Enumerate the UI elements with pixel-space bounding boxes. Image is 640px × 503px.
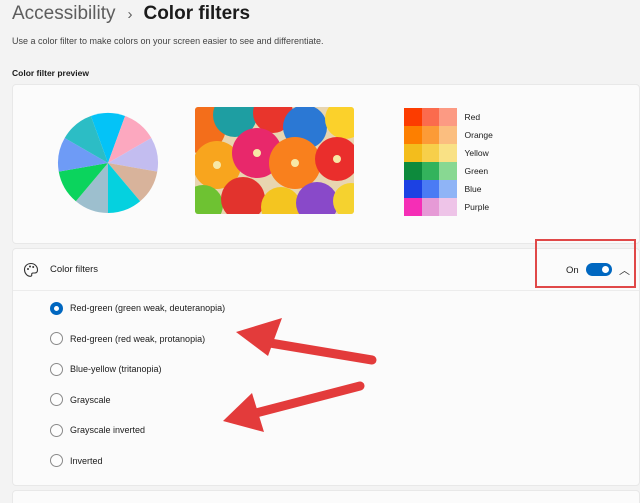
color-swatch <box>404 126 422 144</box>
radio-button[interactable] <box>50 362 63 376</box>
filter-option-label: Red-green (red weak, protanopia) <box>70 333 206 344</box>
swatch-label: Yellow <box>464 148 489 158</box>
breadcrumb-parent-accessibility[interactable]: Accessibility <box>12 3 115 25</box>
breadcrumb: Accessibility › Color filters <box>12 2 250 26</box>
filter-option-label: Red-green (green weak, deuteranopia) <box>70 303 226 313</box>
color-filter-preview-card: Red Orange Yellow Green Blue Purple <box>12 84 640 244</box>
color-swatch <box>404 108 422 126</box>
color-swatch-grid: Red Orange Yellow Green Blue Purple <box>404 108 493 216</box>
filter-option[interactable]: Red-green (red weak, protanopia) <box>50 331 205 347</box>
filter-option[interactable]: Grayscale <box>50 392 111 408</box>
preview-photo-paper-fans <box>195 107 354 214</box>
color-swatch <box>439 144 457 162</box>
color-swatch <box>421 108 439 126</box>
preview-section-label: Color filter preview <box>12 68 89 78</box>
radio-selected[interactable] <box>50 301 63 315</box>
filter-option-label: Grayscale inverted <box>70 425 146 435</box>
swatch-row-green: Green <box>404 162 493 180</box>
color-swatch <box>439 108 457 126</box>
color-swatch <box>404 180 422 198</box>
swatch-label: Green <box>464 166 489 176</box>
swatch-row-orange: Orange <box>404 126 493 144</box>
swatch-row-red: Red <box>404 108 493 126</box>
color-swatch <box>421 180 439 198</box>
next-settings-card <box>12 490 640 503</box>
annotation-highlight-box <box>535 239 636 288</box>
radio-button[interactable] <box>50 454 63 467</box>
filter-option[interactable]: Grayscale inverted <box>50 422 145 438</box>
radio-button[interactable] <box>50 332 63 345</box>
color-swatch <box>404 198 422 216</box>
radio-button[interactable] <box>50 393 63 406</box>
color-swatch <box>439 126 457 144</box>
swatch-label: Blue <box>464 184 482 194</box>
swatch-label: Red <box>464 112 481 122</box>
swatch-row-blue: Blue <box>404 180 493 198</box>
color-filters-title: Color filters <box>50 264 99 275</box>
color-swatch <box>439 198 457 216</box>
color-swatch <box>404 144 422 162</box>
chevron-right-icon: › <box>127 5 133 23</box>
filter-option-label: Inverted <box>70 455 103 466</box>
filter-option-label: Grayscale <box>70 394 111 405</box>
page-title: Color filters <box>143 3 251 24</box>
swatch-row-yellow: Yellow <box>404 144 493 162</box>
color-swatch <box>404 162 422 180</box>
page-description: Use a color filter to make colors on you… <box>12 36 324 46</box>
filter-option[interactable]: Inverted <box>50 453 103 469</box>
color-swatch <box>439 180 457 198</box>
swatch-label: Orange <box>464 130 493 140</box>
filter-option[interactable]: Red-green (green weak, deuteranopia) <box>50 300 225 316</box>
color-swatch <box>439 162 457 180</box>
palette-icon <box>23 262 39 277</box>
swatch-row-purple: Purple <box>404 198 493 216</box>
color-swatch <box>421 198 439 216</box>
color-swatch <box>421 162 439 180</box>
filter-option-label: Blue-yellow (tritanopia) <box>70 364 162 374</box>
filter-option[interactable]: Blue-yellow (tritanopia) <box>50 361 162 377</box>
preview-color-wheel <box>58 113 158 213</box>
radio-button[interactable] <box>50 423 63 437</box>
color-swatch <box>421 144 439 162</box>
color-swatch <box>421 126 439 144</box>
swatch-label: Purple <box>464 202 490 212</box>
